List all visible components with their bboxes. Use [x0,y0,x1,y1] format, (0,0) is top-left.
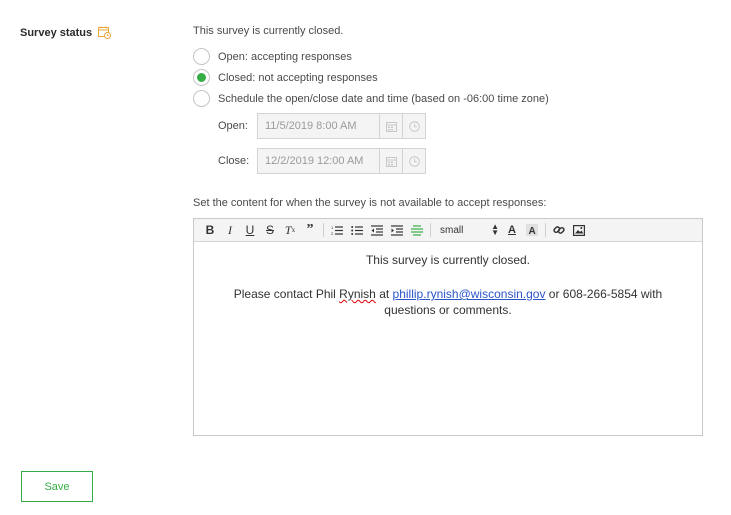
font-color-button[interactable]: A [502,221,522,239]
status-text: This survey is currently closed. [193,25,344,37]
link-button[interactable] [549,221,569,239]
svg-text:1: 1 [331,225,334,230]
svg-text:2: 2 [331,231,334,236]
rich-text-editor: B I U S Tx ” 12 small ▲ ▼ A A This surve… [193,218,703,436]
section-label: Survey status [20,26,112,39]
calendar-icon [385,156,397,167]
contact-text: Please contact Phil [233,287,340,301]
editor-toolbar: B I U S Tx ” 12 small ▲ ▼ A A [194,219,702,242]
clock-icon [408,120,420,132]
link-icon [553,226,565,234]
toolbar-separator [430,223,431,237]
schedule-fields: Open: 11/5/2019 8:00 AM Close: 12/2/2019… [218,113,703,174]
font-size-select[interactable]: small ▲ ▼ [434,221,502,239]
open-date-value[interactable]: 11/5/2019 8:00 AM [258,120,379,132]
clear-format-button[interactable]: Tx [280,221,300,239]
close-time-button[interactable] [402,149,425,173]
svg-text:A: A [529,226,536,236]
radio-schedule[interactable]: Schedule the open/close date and time (b… [193,88,703,109]
italic-button[interactable]: I [220,221,240,239]
underline-button[interactable]: U [240,221,260,239]
image-icon [573,224,585,236]
radio-open-button[interactable] [193,48,210,65]
image-button[interactable] [569,221,589,239]
toolbar-separator [545,223,546,237]
close-date-label: Close: [218,155,250,167]
background-color-button[interactable]: A [522,221,542,239]
content-label: Set the content for when the survey is n… [193,197,547,209]
radio-closed-button[interactable] [193,69,210,86]
indent-icon [391,224,403,236]
align-center-icon [411,224,423,236]
close-date-row: Close: 12/2/2019 12:00 AM [218,148,703,174]
numbered-list-icon: 12 [331,225,343,236]
radio-closed[interactable]: Closed: not accepting responses [193,67,703,88]
align-center-button[interactable] [407,221,427,239]
close-date-field[interactable]: 12/2/2019 12:00 AM [257,148,426,174]
editor-line-2: Please contact Phil Rynish at phillip.ry… [210,286,686,318]
bullet-list-icon [351,225,363,235]
clock-icon [408,155,420,167]
outdent-button[interactable] [367,221,387,239]
font-size-value: small [440,224,464,236]
radio-open[interactable]: Open: accepting responses [193,46,703,67]
radio-schedule-label: Schedule the open/close date and time (b… [218,92,549,105]
open-date-field[interactable]: 11/5/2019 8:00 AM [257,113,426,139]
radio-open-label: Open: accepting responses [218,50,352,63]
radio-closed-label: Closed: not accepting responses [218,71,378,84]
save-button[interactable]: Save [21,471,93,502]
editor-content[interactable]: This survey is currently closed. Please … [194,242,702,435]
strikethrough-button[interactable]: S [260,221,280,239]
section-title: Survey status [20,26,93,39]
close-calendar-button[interactable] [379,149,402,173]
open-calendar-button[interactable] [379,114,402,138]
toolbar-separator [323,223,324,237]
outdent-icon [371,224,383,236]
numbered-list-button[interactable]: 12 [327,221,347,239]
calendar-clock-icon[interactable] [98,26,112,39]
editor-line-1: This survey is currently closed. [365,253,531,267]
radio-selected-dot [197,73,206,82]
radio-schedule-button[interactable] [193,90,210,107]
highlight-icon: A [526,224,538,236]
email-link[interactable]: phillip.rynish@wisconsin.gov [393,287,546,301]
select-updown-icon: ▲ ▼ [491,222,499,237]
contact-name: Rynish [339,287,376,301]
open-time-button[interactable] [402,114,425,138]
open-date-label: Open: [218,120,248,132]
indent-button[interactable] [387,221,407,239]
close-date-value[interactable]: 12/2/2019 12:00 AM [258,155,379,167]
survey-status-panel: This survey is currently closed. Open: a… [193,24,703,436]
calendar-icon [385,121,397,132]
open-date-row: Open: 11/5/2019 8:00 AM [218,113,703,139]
contact-at-text: at [375,287,393,301]
bullet-list-button[interactable] [347,221,367,239]
blockquote-button[interactable]: ” [300,221,320,239]
bold-button[interactable]: B [200,221,220,239]
